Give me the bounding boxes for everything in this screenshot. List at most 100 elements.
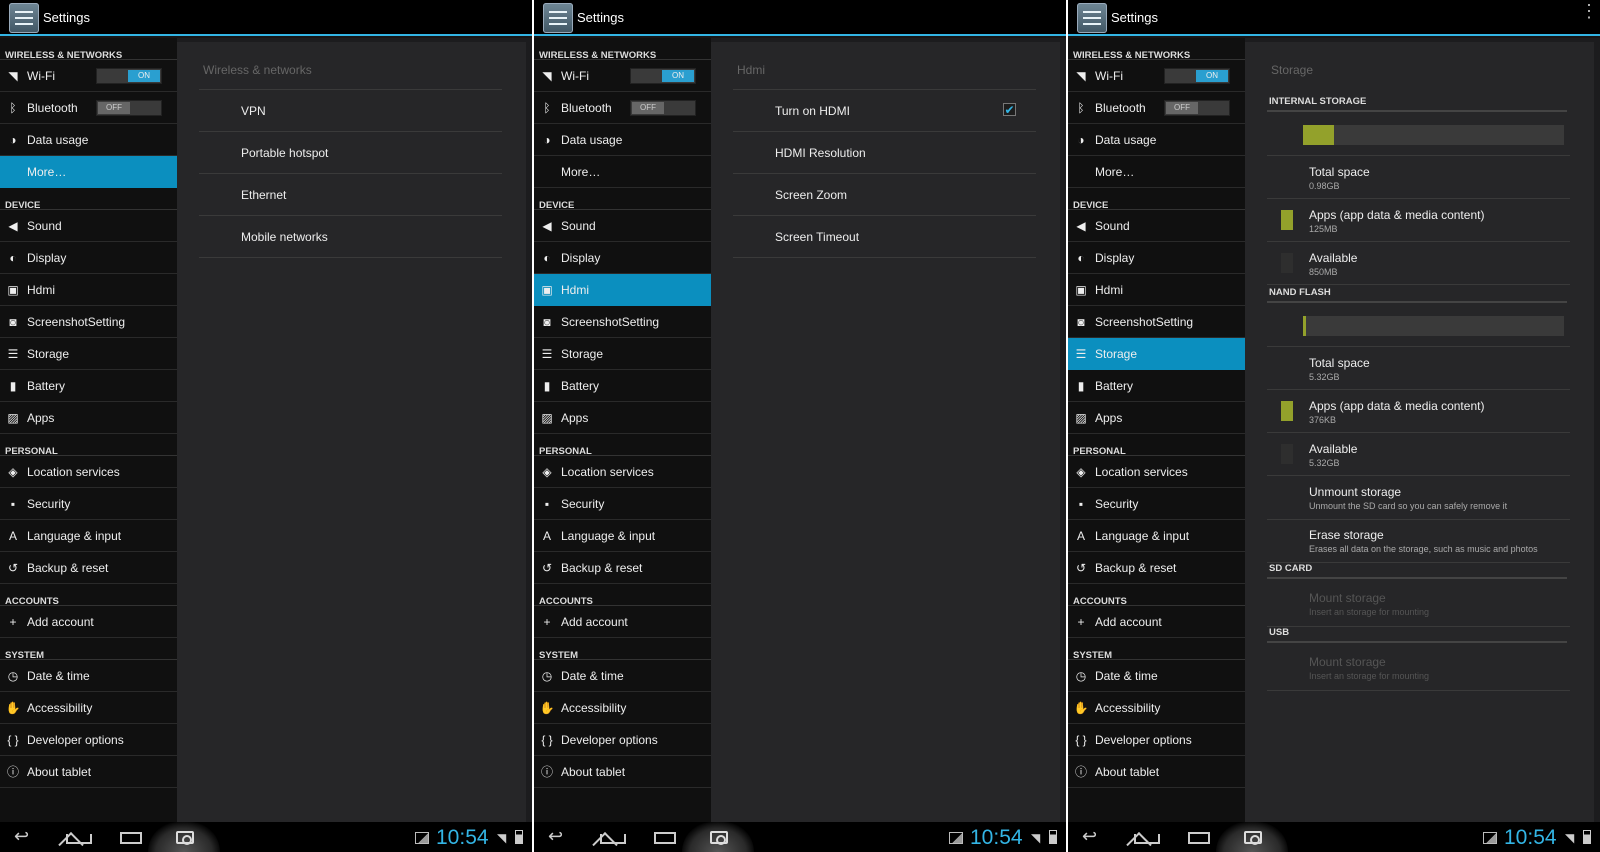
wifi-toggle[interactable]: ON (630, 68, 696, 84)
nav-item-accessibility[interactable]: ✋ Accessibility (0, 692, 177, 724)
storage-avail-row[interactable]: Available 850MB (1267, 242, 1570, 285)
storage-total-row[interactable]: Total space 0.98GB (1267, 156, 1570, 199)
wifi-toggle[interactable]: ON (1164, 68, 1230, 84)
recent-apps-icon[interactable] (120, 832, 142, 844)
sd-mount-storage-row[interactable]: Mount storage Insert an storage for mount… (1267, 581, 1570, 627)
nav-item-data-usage[interactable]: ◑ Data usage (534, 124, 711, 156)
bluetooth-toggle[interactable]: OFF (630, 100, 696, 116)
pane-item[interactable]: Screen Zoom (733, 174, 1036, 216)
nav-item-developer[interactable]: { } Developer options (1068, 724, 1245, 756)
nav-item-battery[interactable]: ▮ Battery (0, 370, 177, 402)
nav-item-date-time[interactable]: ◷ Date & time (1068, 660, 1245, 692)
back-icon[interactable]: ↩ (14, 827, 40, 846)
recent-apps-icon[interactable] (654, 832, 676, 844)
nav-item-security[interactable]: ▪ Security (534, 488, 711, 520)
back-icon[interactable]: ↩ (1082, 827, 1108, 846)
nav-item-developer[interactable]: { } Developer options (534, 724, 711, 756)
nav-item-more[interactable]: More… (0, 156, 177, 188)
pane-item[interactable]: VPN (199, 90, 502, 132)
erase-storage-row[interactable]: Erase storage Erases all data on the stor… (1267, 520, 1570, 563)
nav-item-backup[interactable]: ↺ Backup & reset (534, 552, 711, 584)
storage-total-row[interactable]: Total space 5.32GB (1267, 347, 1570, 390)
nav-item-language[interactable]: A Language & input (0, 520, 177, 552)
nav-item-screenshot[interactable]: ◙ ScreenshotSetting (1068, 306, 1245, 338)
nav-item-battery[interactable]: ▮ Battery (1068, 370, 1245, 402)
pane-item[interactable]: Portable hotspot (199, 132, 502, 174)
nav-item-data-usage[interactable]: ◑ Data usage (0, 124, 177, 156)
nav-item-more[interactable]: More… (1068, 156, 1245, 188)
nav-item-bluetooth[interactable]: ᛒ Bluetooth OFF (1068, 92, 1245, 124)
nav-item-date-time[interactable]: ◷ Date & time (534, 660, 711, 692)
nav-item-location[interactable]: ◈ Location services (534, 456, 711, 488)
pane-item[interactable]: Ethernet (199, 174, 502, 216)
nav-item-hdmi[interactable]: ▣ Hdmi (0, 274, 177, 306)
home-icon[interactable] (600, 834, 626, 844)
nav-item-date-time[interactable]: ◷ Date & time (0, 660, 177, 692)
nav-item-add-account[interactable]: + Add account (1068, 606, 1245, 638)
nav-item-screenshot[interactable]: ◙ ScreenshotSetting (0, 306, 177, 338)
storage-apps-row[interactable]: Apps (app data & media content) 125MB (1267, 199, 1570, 242)
nav-item-more[interactable]: More… (534, 156, 711, 188)
nav-item-bluetooth[interactable]: ᛒ Bluetooth OFF (0, 92, 177, 124)
nav-item-language[interactable]: A Language & input (1068, 520, 1245, 552)
nav-item-bluetooth[interactable]: ᛒ Bluetooth OFF (534, 92, 711, 124)
usb-mount-storage-row[interactable]: Mount storage Insert an storage for mount… (1267, 645, 1570, 691)
nav-item-apps[interactable]: ▨ Apps (0, 402, 177, 434)
home-icon[interactable] (66, 834, 92, 844)
pane-item[interactable]: Screen Timeout (733, 216, 1036, 258)
nav-item-location[interactable]: ◈ Location services (0, 456, 177, 488)
nav-item-display[interactable]: ◐ Display (1068, 242, 1245, 274)
nav-item-language[interactable]: A Language & input (534, 520, 711, 552)
nav-item-add-account[interactable]: + Add account (0, 606, 177, 638)
overflow-menu-icon[interactable]: ⋮ (1580, 2, 1598, 28)
nav-item-wifi[interactable]: ◥ Wi-Fi ON (1068, 60, 1245, 92)
screenshot-icon[interactable] (1216, 822, 1288, 852)
nav-item-sound[interactable]: ◀ Sound (534, 210, 711, 242)
pane-item[interactable]: Turn on HDMI ✔ (733, 90, 1036, 132)
nav-item-hdmi[interactable]: ▣ Hdmi (1068, 274, 1245, 306)
nav-item-about[interactable]: ⓘ About tablet (0, 756, 177, 788)
nav-item-storage[interactable]: ☰ Storage (1068, 338, 1245, 370)
nav-item-display[interactable]: ◐ Display (0, 242, 177, 274)
nav-item-developer[interactable]: { } Developer options (0, 724, 177, 756)
pane-item[interactable]: HDMI Resolution (733, 132, 1036, 174)
unmount-storage-row[interactable]: Unmount storage Unmount the SD card so yo… (1267, 477, 1570, 520)
nav-item-wifi[interactable]: ◥ Wi-Fi ON (534, 60, 711, 92)
settings-app-icon[interactable] (9, 3, 39, 33)
nav-item-location[interactable]: ◈ Location services (1068, 456, 1245, 488)
nav-item-security[interactable]: ▪ Security (0, 488, 177, 520)
settings-app-icon[interactable] (543, 3, 573, 33)
nav-item-data-usage[interactable]: ◑ Data usage (1068, 124, 1245, 156)
settings-app-icon[interactable] (1077, 3, 1107, 33)
nav-item-sound[interactable]: ◀ Sound (0, 210, 177, 242)
nav-item-about[interactable]: ⓘ About tablet (534, 756, 711, 788)
storage-avail-row[interactable]: Available 5.32GB (1267, 433, 1570, 476)
nav-item-battery[interactable]: ▮ Battery (534, 370, 711, 402)
nav-item-screenshot[interactable]: ◙ ScreenshotSetting (534, 306, 711, 338)
nav-item-accessibility[interactable]: ✋ Accessibility (534, 692, 711, 724)
nav-item-apps[interactable]: ▨ Apps (1068, 402, 1245, 434)
screenshot-icon[interactable] (148, 822, 220, 852)
storage-apps-row[interactable]: Apps (app data & media content) 376KB (1267, 390, 1570, 433)
nav-item-backup[interactable]: ↺ Backup & reset (1068, 552, 1245, 584)
recent-apps-icon[interactable] (1188, 832, 1210, 844)
nav-item-add-account[interactable]: + Add account (534, 606, 711, 638)
nav-item-display[interactable]: ◐ Display (534, 242, 711, 274)
back-icon[interactable]: ↩ (548, 827, 574, 846)
nav-item-security[interactable]: ▪ Security (1068, 488, 1245, 520)
wifi-toggle[interactable]: ON (96, 68, 162, 84)
turn-on-hdmi-checkbox[interactable]: ✔ (1003, 103, 1016, 116)
nav-item-hdmi[interactable]: ▣ Hdmi (534, 274, 711, 306)
bluetooth-toggle[interactable]: OFF (96, 100, 162, 116)
nav-item-storage[interactable]: ☰ Storage (534, 338, 711, 370)
nav-item-storage[interactable]: ☰ Storage (0, 338, 177, 370)
home-icon[interactable] (1134, 834, 1160, 844)
nav-item-apps[interactable]: ▨ Apps (534, 402, 711, 434)
nav-item-wifi[interactable]: ◥ Wi-Fi ON (0, 60, 177, 92)
nav-item-about[interactable]: ⓘ About tablet (1068, 756, 1245, 788)
nav-item-accessibility[interactable]: ✋ Accessibility (1068, 692, 1245, 724)
pane-item[interactable]: Mobile networks (199, 216, 502, 258)
nav-item-sound[interactable]: ◀ Sound (1068, 210, 1245, 242)
bluetooth-toggle[interactable]: OFF (1164, 100, 1230, 116)
screenshot-icon[interactable] (682, 822, 754, 852)
